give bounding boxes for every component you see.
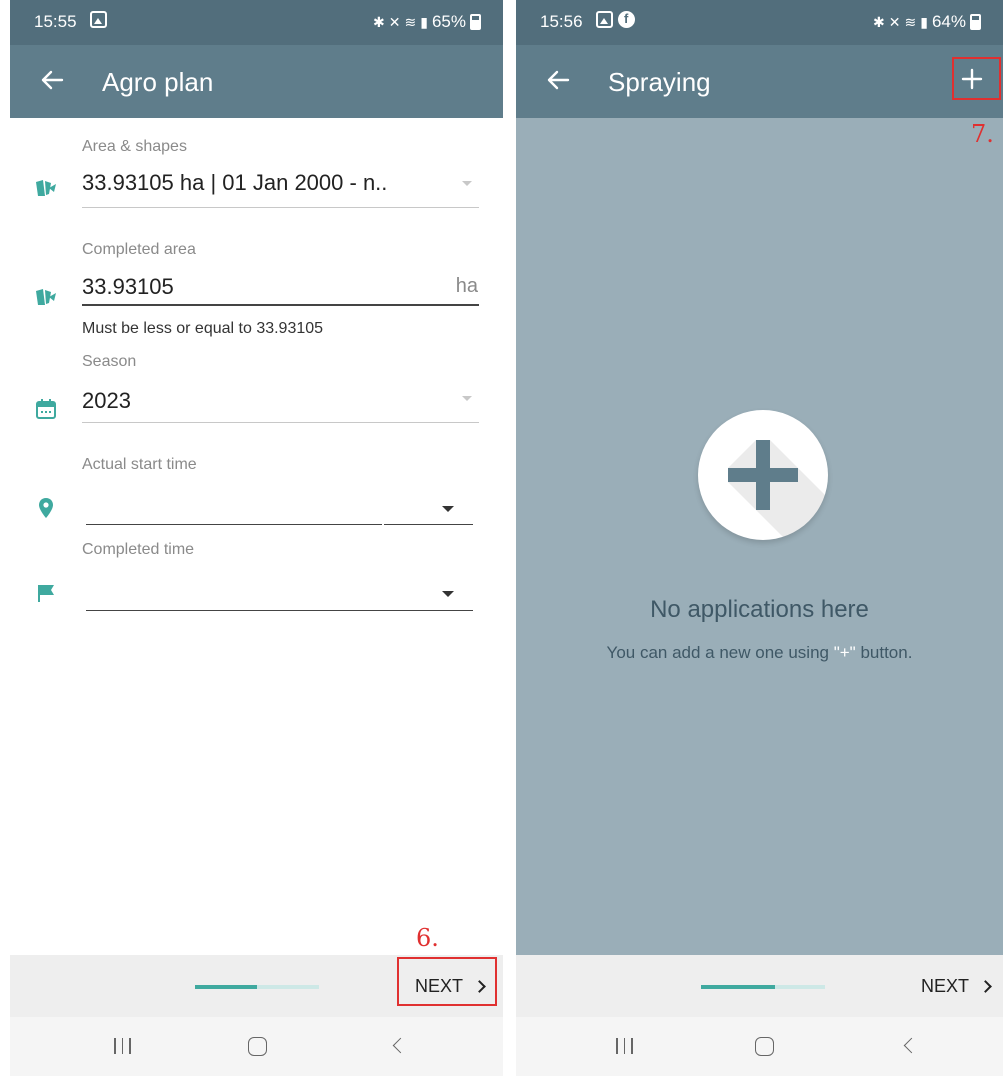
plus-icon [728, 440, 828, 540]
mute-icon: ✕ [888, 13, 901, 30]
empty-state: No applications here You can add a new o… [516, 118, 1003, 955]
next-button[interactable]: NEXT [920, 967, 992, 1005]
helper-text: Must be less or equal to 33.93105 [82, 320, 324, 337]
area-shapes-value: 33.93105 ha | 01 Jan 2000 - n.. [82, 170, 388, 195]
season-value: 2023 [82, 388, 131, 413]
status-bar: 15:56 ✱ ✕ ≋ ▮ 64% [516, 0, 1003, 45]
gallery-notification-icon [596, 11, 613, 28]
completed-time-label: Completed time [82, 541, 195, 558]
calendar-icon [36, 399, 56, 419]
step-progress [701, 985, 825, 989]
completed-area-label: Completed area [82, 241, 196, 258]
status-bar: 15:55 ✱ ✕ ≋ ▮ 65% [10, 0, 503, 45]
facebook-icon [618, 11, 635, 28]
battery-icon [470, 14, 481, 30]
step-progress-fill [701, 985, 776, 989]
back-nav-icon[interactable] [392, 1037, 409, 1054]
divider [82, 422, 479, 423]
step-progress-fill [195, 985, 257, 989]
divider [82, 207, 479, 208]
subtitle-plus: "+" [833, 643, 856, 662]
input-underline [82, 304, 479, 306]
home-icon[interactable] [248, 1037, 267, 1056]
battery-percent: 65% [431, 12, 466, 31]
gallery-notification-icon [90, 11, 107, 28]
battery-icon [970, 14, 981, 30]
battery-percent: 64% [931, 12, 966, 31]
location-pin-icon [39, 498, 53, 518]
step-progress [195, 985, 319, 989]
system-nav-bar [10, 1017, 503, 1076]
field-shapes-icon [36, 180, 56, 196]
flag-icon [38, 585, 54, 602]
app-bar: Agro plan [10, 45, 503, 118]
chevron-down-icon [462, 396, 472, 401]
bluetooth-icon: ✱ [873, 13, 885, 30]
agro-plan-screen: 15:55 ✱ ✕ ≋ ▮ 65% Agro plan Area & shape… [10, 0, 503, 1076]
annotation-number: 7. [971, 120, 994, 148]
completed-time-underline [86, 610, 473, 611]
system-nav-bar [516, 1017, 1003, 1076]
unit-label: ha [455, 275, 478, 297]
back-nav-icon[interactable] [903, 1037, 920, 1054]
completed-area-input[interactable]: 33.93105 [82, 274, 174, 300]
status-time: 15:56 [540, 12, 583, 31]
recents-icon[interactable] [616, 1038, 633, 1054]
add-application-button[interactable] [698, 410, 828, 540]
wifi-icon: ≋ [404, 13, 417, 30]
signal-icon: ▮ [420, 13, 428, 30]
arrow-left-icon[interactable] [36, 62, 68, 98]
area-shapes-label: Area & shapes [82, 138, 187, 155]
app-bar: Spraying [516, 45, 1003, 118]
time-underline [384, 524, 473, 525]
next-label: NEXT [920, 975, 969, 996]
annotation-box [952, 57, 1001, 100]
subtitle-text-end: button. [855, 643, 913, 662]
season-label: Season [82, 353, 137, 370]
empty-state-subtitle: You can add a new one using "+" button. [516, 643, 1003, 663]
signal-icon: ▮ [920, 13, 928, 30]
page-title: Spraying [608, 67, 711, 97]
field-shapes-icon [36, 289, 56, 305]
date-underline [86, 524, 382, 525]
chevron-down-icon[interactable] [442, 506, 454, 512]
bottom-nav: NEXT [516, 955, 1003, 1017]
annotation-box [397, 957, 497, 1006]
mute-icon: ✕ [388, 13, 401, 30]
chevron-down-icon[interactable] [442, 591, 454, 597]
empty-state-title: No applications here [650, 596, 869, 623]
annotation-number: 6. [416, 924, 439, 952]
bluetooth-icon: ✱ [373, 13, 385, 30]
chevron-right-icon [979, 979, 992, 993]
recents-icon[interactable] [114, 1038, 131, 1054]
home-icon[interactable] [755, 1037, 774, 1056]
page-title: Agro plan [102, 67, 214, 97]
start-time-label: Actual start time [82, 456, 197, 473]
spraying-screen: 15:56 ✱ ✕ ≋ ▮ 64% Spraying [516, 0, 1003, 1076]
subtitle-text: You can add a new one using [606, 643, 834, 662]
arrow-left-icon[interactable] [542, 62, 574, 98]
wifi-icon: ≋ [904, 13, 917, 30]
chevron-down-icon [462, 181, 472, 186]
status-time: 15:55 [34, 12, 77, 31]
